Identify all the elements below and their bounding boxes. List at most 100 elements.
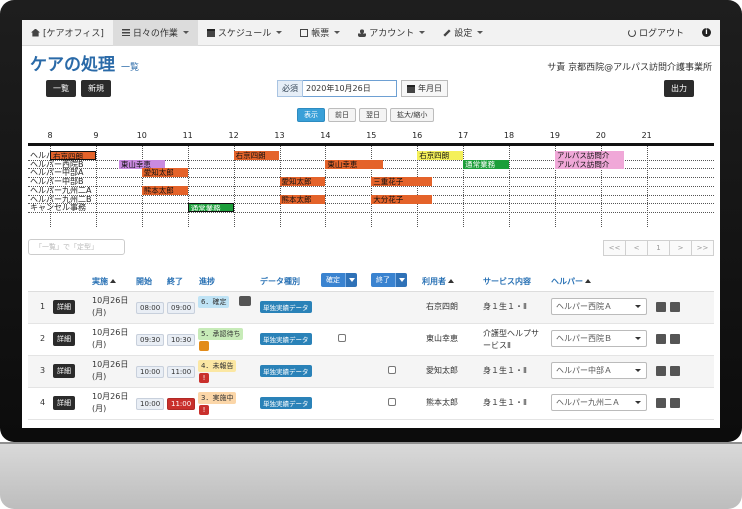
nav-home[interactable]: [ケアオフィス]: [22, 20, 113, 46]
show-button[interactable]: 表示: [297, 108, 325, 122]
page-prev-button[interactable]: <: [625, 240, 648, 256]
finish-checkbox[interactable]: [388, 398, 396, 406]
office-name: サ責 京都西院@アルパス訪問介護事業所: [547, 63, 712, 73]
page-number-button[interactable]: 1: [647, 240, 670, 256]
chevron-down-icon: [334, 31, 341, 34]
schedule-bar[interactable]: アルパス訪問介: [554, 159, 624, 169]
new-button[interactable]: 新規: [81, 80, 111, 97]
confirm-checkbox[interactable]: [338, 334, 346, 342]
th-user[interactable]: 利用者: [422, 276, 454, 287]
helper-select[interactable]: ヘルパー西院Ａ: [551, 298, 647, 315]
zoom-button[interactable]: 拡大/縮小: [390, 108, 435, 122]
progress-badge[interactable]: 3．実施中: [198, 392, 237, 404]
filter-input[interactable]: 「一覧」で「定型」: [28, 239, 125, 255]
schedule-bar[interactable]: 愛知太郎: [141, 168, 188, 178]
page-next-button[interactable]: >: [669, 240, 692, 256]
schedule-bar[interactable]: 東山幸恵: [118, 159, 165, 169]
tag-icon[interactable]: [239, 296, 251, 306]
logout-label: ログアウト: [638, 29, 684, 39]
th-service[interactable]: サービス内容: [483, 276, 531, 287]
user-name[interactable]: 愛知太郎: [426, 365, 458, 376]
hour-label: 9: [93, 131, 99, 140]
next-day-button[interactable]: 翌日: [359, 108, 387, 122]
progress-badge[interactable]: 6．確定: [198, 296, 230, 308]
assign-user-icon[interactable]: [656, 366, 666, 376]
nav-daily-work[interactable]: 日々の作業: [112, 20, 198, 46]
th-end[interactable]: 終了: [167, 276, 183, 287]
schedule-bar[interactable]: 東山幸恵: [325, 159, 383, 169]
detail-button[interactable]: 詳細: [53, 364, 75, 378]
th-label: ヘルパー: [551, 277, 583, 286]
helper-select[interactable]: ヘルパー九州二Ａ: [551, 394, 647, 411]
user-profile-icon[interactable]: [670, 302, 680, 312]
user-name[interactable]: 右京四朗: [426, 301, 458, 312]
prev-day-button[interactable]: 前日: [328, 108, 356, 122]
service-line: 身１生１・Ⅱ: [483, 398, 527, 407]
schedule-bar[interactable]: 大分花子: [371, 194, 433, 204]
calendar-icon: [407, 84, 415, 93]
info-button[interactable]: i: [693, 20, 720, 46]
confirm-split-button[interactable]: 確定: [321, 273, 357, 287]
schedule-bar[interactable]: 右京四朗: [417, 151, 464, 160]
schedule-bar[interactable]: 三重花子: [371, 177, 433, 187]
row-number: 1: [40, 302, 46, 311]
user-profile-icon[interactable]: [670, 366, 680, 376]
progress-badge[interactable]: 4．未報告: [198, 360, 237, 372]
th-helper[interactable]: ヘルパー: [551, 276, 591, 287]
nav-account[interactable]: アカウント: [349, 20, 434, 46]
sort-asc-icon: [448, 279, 454, 283]
helper-select[interactable]: ヘルパー西院Ｂ: [551, 330, 647, 347]
schedule-bar[interactable]: 熊本太郎: [279, 194, 326, 204]
date-required-label: 必須: [277, 80, 303, 97]
assign-user-icon[interactable]: [656, 334, 666, 344]
assign-user-icon[interactable]: [656, 398, 666, 408]
progress-badge[interactable]: 5．承認待ち: [198, 328, 244, 340]
month-button[interactable]: 年月日: [401, 80, 448, 97]
th-start[interactable]: 開始: [136, 276, 152, 287]
page-last-button[interactable]: >>: [691, 240, 714, 256]
user-profile-icon[interactable]: [670, 398, 680, 408]
page-title: ケアの処理: [30, 55, 115, 75]
user-name[interactable]: 熊本太郎: [426, 397, 458, 408]
schedule-bar[interactable]: 熊本太郎: [141, 185, 188, 195]
nav-label: [ケアオフィス]: [43, 29, 104, 39]
user-profile-icon[interactable]: [670, 334, 680, 344]
th-data-type[interactable]: データ種別: [260, 276, 300, 287]
weekday-line: (月): [92, 404, 107, 413]
hour-label: 10: [136, 131, 147, 140]
assign-user-icon[interactable]: [656, 302, 666, 312]
helper-value: ヘルパー西院Ａ: [556, 302, 612, 311]
helper-value: ヘルパー九州二Ａ: [556, 398, 620, 407]
finish-split-button[interactable]: 終了: [371, 273, 407, 287]
finish-checkbox[interactable]: [388, 366, 396, 374]
page-first-button[interactable]: <<: [603, 240, 626, 256]
service-line: ービスⅡ: [483, 341, 511, 350]
nav-settings[interactable]: 設定: [434, 20, 492, 46]
detail-button[interactable]: 詳細: [53, 396, 75, 410]
schedule-bar[interactable]: 通常業務: [187, 203, 234, 213]
start-time-badge: 09:30: [136, 334, 165, 346]
schedule-bar[interactable]: 愛知太郎: [279, 177, 326, 187]
th-actual[interactable]: 実施: [92, 276, 116, 287]
date-input[interactable]: 2020年10月26日: [303, 80, 397, 97]
data-type-badge: 単独実績データ: [260, 365, 312, 377]
logout-link[interactable]: ログアウト: [619, 20, 693, 46]
list-button[interactable]: 一覧: [46, 80, 76, 97]
user-name[interactable]: 東山幸恵: [426, 333, 458, 344]
schedule-bar[interactable]: 通常業務: [463, 159, 509, 169]
export-button[interactable]: 出力: [664, 80, 694, 97]
date-line: 10月26日: [92, 360, 129, 369]
schedule-bar[interactable]: アルパス訪問介: [554, 151, 624, 160]
schedule-bar[interactable]: 右京四朗: [233, 151, 280, 160]
detail-button[interactable]: 詳細: [53, 300, 75, 314]
schedule-bar[interactable]: 右京四朗: [50, 151, 96, 160]
th-progress[interactable]: 進捗: [199, 276, 215, 287]
nav-reports[interactable]: 帳票: [291, 20, 349, 46]
hour-label: 13: [274, 131, 285, 140]
data-type-badge: 単独実績データ: [260, 301, 312, 313]
detail-button[interactable]: 詳細: [53, 332, 75, 346]
helper-select[interactable]: ヘルパー中部Ａ: [551, 362, 647, 379]
chevron-down-icon: [276, 31, 283, 34]
nav-schedule[interactable]: スケジュール: [198, 20, 291, 46]
app-screen: [ケアオフィス] 日々の作業 スケジュール 帳票 アカウント 設定 ログアウト …: [22, 20, 720, 428]
